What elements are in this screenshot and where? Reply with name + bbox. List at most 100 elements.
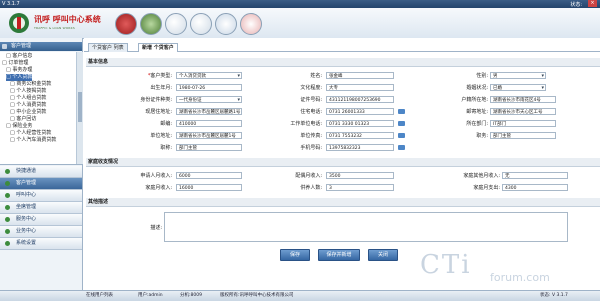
sidebar-tree: □ 客户信息 □ 订单管理 □ 事务办理 □ 个人贷款 □ 商务公积金贷款 □ …: [0, 52, 82, 165]
quick-icon: [5, 169, 10, 174]
label-position: 职称:: [160, 145, 172, 151]
no-disturb-icon[interactable]: [190, 13, 212, 35]
transfer-icon[interactable]: [240, 13, 262, 35]
spouse-income-field[interactable]: 3500: [326, 172, 394, 179]
sidebar-head[interactable]: 客户管理: [0, 42, 82, 51]
nav-customer[interactable]: 客户管理: [0, 178, 82, 190]
label-company: 单位地址:: [150, 133, 172, 139]
tree-item[interactable]: □ 个人经营性贷款: [10, 130, 51, 137]
section-family: 家庭收支情况: [86, 158, 600, 167]
label-fax: 单位传真:: [300, 133, 322, 139]
dependents-field[interactable]: 3: [326, 184, 394, 191]
tree-item[interactable]: □ 中小企业贷款: [10, 109, 46, 116]
title-bar: V 3.1.7 状态: ×: [0, 0, 600, 8]
section-other: 其他描述: [86, 198, 600, 207]
brand-subtitle: TRAFFIC & LOAN WORKS: [34, 26, 75, 30]
tree-item[interactable]: □ 商务公积金贷款: [10, 81, 51, 88]
tree-item[interactable]: □ 订单管理: [2, 60, 28, 67]
close-icon[interactable]: ×: [588, 0, 597, 7]
gender-select[interactable]: 男: [490, 72, 546, 79]
sidebar-scrollbar[interactable]: [76, 52, 83, 164]
postcode-field[interactable]: 410000: [176, 120, 242, 127]
scroll-thumb[interactable]: [78, 92, 82, 122]
cycle-icon[interactable]: [165, 13, 187, 35]
fax-field[interactable]: 0731 7553232: [326, 132, 394, 139]
tab-bar: 个贷客户 列表 新增 个贷客户: [84, 41, 600, 52]
label-id-type: 身份证件种类:: [140, 97, 172, 103]
company-field[interactable]: 湖南省长沙市岳麓区居麓1号: [176, 132, 242, 139]
phone-dial-icon[interactable]: [398, 121, 405, 126]
tree-item[interactable]: □ 客户信息: [6, 53, 32, 60]
nav-quick[interactable]: 快捷通道: [0, 166, 82, 178]
label-address: 现居住地址:: [145, 109, 172, 115]
tree-item[interactable]: □ 客户回访: [10, 116, 36, 123]
status-label: 状态:: [570, 2, 582, 8]
mail-addr-field[interactable]: 湖南省长沙市天心区工号: [490, 108, 556, 115]
family-total-field[interactable]: 16000: [176, 184, 242, 191]
watermark-logo: CTi: [420, 250, 472, 280]
description-textarea[interactable]: [164, 212, 568, 242]
mail-icon[interactable]: [215, 13, 237, 35]
applicant-income-field[interactable]: 6000: [176, 172, 242, 179]
address-field[interactable]: 湖南省长沙市岳麓区居麓路1号: [176, 108, 242, 115]
work-phone-field[interactable]: 0731 3330 01323: [326, 120, 394, 127]
customer-icon: [5, 181, 10, 186]
folder-icon: [2, 44, 7, 49]
tree-item[interactable]: □ 个人按揭贷款: [10, 88, 46, 95]
phone-dial-icon[interactable]: [398, 145, 405, 150]
callcenter-icon: [5, 193, 10, 198]
id-number-field[interactable]: 431121198007253690: [326, 96, 394, 103]
label-applicant-income: 申请人月收入:: [140, 173, 172, 179]
phone-dial-icon[interactable]: [398, 109, 405, 114]
label-postcode: 邮编:: [160, 121, 172, 127]
label-birthdate: 出生年月:: [150, 85, 172, 91]
monthly-expense-field[interactable]: 4300: [502, 184, 568, 191]
close-button[interactable]: 关闭: [368, 249, 398, 261]
hukou-field[interactable]: 湖南省长沙市雨花区4号: [490, 96, 556, 103]
label-id-number: 证件号码:: [300, 97, 322, 103]
nav-seat[interactable]: 坐席管理: [0, 202, 82, 214]
nav-service[interactable]: 服务中心: [0, 214, 82, 226]
system-icon: [5, 241, 10, 246]
business-icon: [5, 229, 10, 234]
agent-icon[interactable]: [140, 13, 162, 35]
phone-icon[interactable]: [115, 13, 137, 35]
customer-type-select[interactable]: 个人消贷贷款: [176, 72, 242, 79]
home-phone-field[interactable]: 0731 26001333: [326, 108, 394, 115]
tree-item[interactable]: □ 个人组合贷款: [10, 95, 46, 102]
tree-item[interactable]: □ 事务办理: [6, 67, 32, 74]
education-field[interactable]: 大专: [326, 84, 394, 91]
tree-item-selected[interactable]: □ 个人贷款: [6, 74, 33, 81]
tree-item[interactable]: □ 个人消费贷款: [10, 102, 46, 109]
nav-system[interactable]: 系统设置: [0, 238, 82, 250]
birthdate-field[interactable]: 1980-07-26: [176, 84, 242, 91]
tab-new[interactable]: 新增 个贷客户: [138, 43, 178, 52]
label-customer-type: *客户类型:: [147, 73, 172, 79]
label-home-phone: 住宅电话:: [300, 109, 322, 115]
mobile-field[interactable]: 13975832323: [326, 144, 394, 151]
tree-item[interactable]: □ 保险业务: [6, 123, 32, 130]
id-type-select[interactable]: 一代身份证: [176, 96, 242, 103]
tab-list[interactable]: 个贷客户 列表: [88, 43, 128, 52]
watermark-site: forum.com: [490, 271, 550, 284]
label-hukou: 户籍所在地:: [461, 97, 488, 103]
department-field[interactable]: IT部门: [490, 120, 556, 127]
label-other-income: 家庭其他月收入:: [463, 173, 500, 179]
save-button[interactable]: 保存: [280, 249, 310, 261]
save-new-button[interactable]: 保存并新增: [318, 249, 360, 261]
title-field[interactable]: 部门主管: [490, 132, 556, 139]
phone-dial-icon[interactable]: [398, 133, 405, 138]
position-field[interactable]: 部门主管: [176, 144, 242, 151]
other-income-field[interactable]: 无: [502, 172, 568, 179]
label-family-total: 家庭月收入:: [145, 185, 172, 191]
label-gender: 性别:: [476, 73, 488, 79]
tree-item[interactable]: □ 个人汽车消费贷款: [10, 137, 56, 144]
app-header: 讯呼 呼叫中心系统 TRAFFIC & LOAN WORKS: [0, 8, 600, 39]
marital-select[interactable]: 已婚: [490, 84, 546, 91]
nav-business[interactable]: 业务中心: [0, 226, 82, 238]
label-work-phone: 工作单位电话:: [290, 121, 322, 127]
nav-callcenter[interactable]: 呼叫中心: [0, 190, 82, 202]
version-label: V 3.1.7: [2, 1, 20, 7]
label-department: 所在部门:: [466, 121, 488, 127]
name-field[interactable]: 张金峰: [326, 72, 394, 79]
